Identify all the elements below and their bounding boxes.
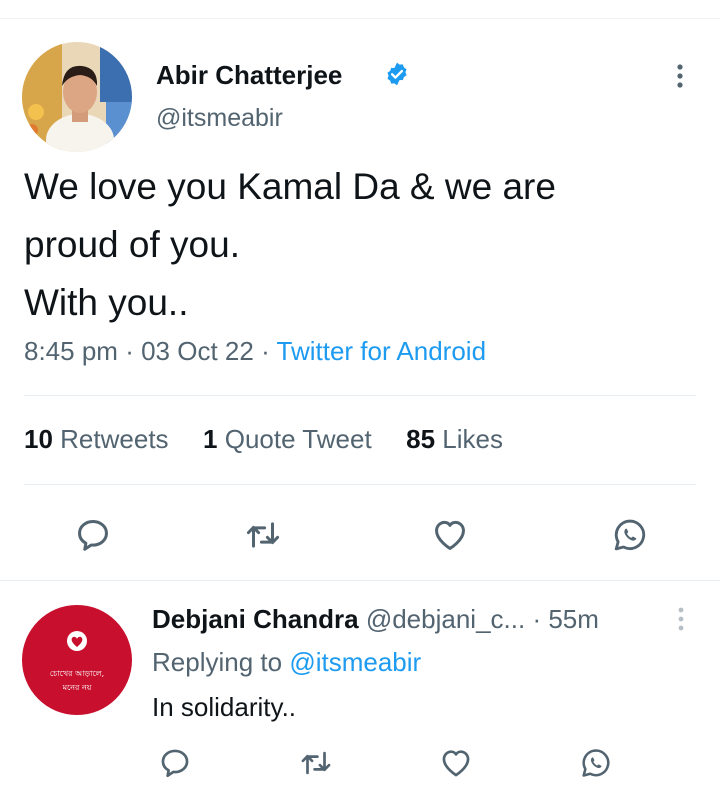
like-icon[interactable] bbox=[430, 516, 470, 554]
tweet-text-line: proud of you. bbox=[24, 224, 240, 265]
retweets-stat[interactable]: 10 Retweets bbox=[24, 424, 169, 454]
retweet-icon[interactable] bbox=[243, 516, 283, 554]
retweet-icon[interactable] bbox=[298, 746, 334, 780]
reply-icon[interactable] bbox=[158, 746, 192, 780]
tweet-text: We love you Kamal Da & we are proud of y… bbox=[24, 158, 556, 332]
quotes-label: Quote Tweet bbox=[224, 424, 372, 454]
likes-label: Likes bbox=[442, 424, 503, 454]
meta-separator: · bbox=[125, 336, 134, 366]
quotes-count: 1 bbox=[203, 424, 218, 454]
whatsapp-share-icon[interactable] bbox=[578, 746, 614, 780]
verified-badge-icon bbox=[387, 62, 407, 86]
reply-more-options-icon[interactable] bbox=[674, 606, 688, 632]
author-avatar[interactable] bbox=[22, 42, 132, 152]
reply-author-name[interactable]: Debjani Chandra bbox=[152, 604, 359, 634]
replying-to-handle[interactable]: @itsmeabir bbox=[289, 647, 421, 677]
likes-count: 85 bbox=[406, 424, 436, 454]
avatar-caption-line: মনের নয় bbox=[62, 683, 92, 692]
reply-divider bbox=[0, 580, 720, 581]
reply-author-handle[interactable]: @debjani_c... bbox=[366, 604, 525, 634]
tweet-source-link[interactable]: Twitter for Android bbox=[277, 336, 487, 366]
replying-to-label: Replying to bbox=[152, 647, 283, 677]
tweet-text-line: With you.. bbox=[24, 282, 189, 323]
top-divider bbox=[0, 18, 720, 19]
reply-text: In solidarity.. bbox=[152, 692, 297, 722]
reply-header: Debjani Chandra @debjani_c... · 55m bbox=[152, 604, 599, 635]
stats-top-divider bbox=[24, 395, 696, 396]
reply-author-avatar[interactable]: চোখের আড়ালে, মনের নয় bbox=[22, 605, 132, 715]
tweet-date[interactable]: 03 Oct 22 bbox=[141, 336, 254, 366]
quotes-stat[interactable]: 1 Quote Tweet bbox=[203, 424, 372, 454]
like-icon[interactable] bbox=[438, 746, 474, 780]
author-name[interactable]: Abir Chatterjee bbox=[156, 60, 342, 91]
stats-bottom-divider bbox=[24, 484, 696, 485]
tweet-text-line: We love you Kamal Da & we are bbox=[24, 166, 556, 207]
author-handle[interactable]: @itsmeabir bbox=[156, 104, 283, 133]
whatsapp-share-icon[interactable] bbox=[610, 516, 650, 554]
replying-to: Replying to @itsmeabir bbox=[152, 647, 421, 678]
tweet-time[interactable]: 8:45 pm bbox=[24, 336, 118, 366]
avatar-caption-line: চোখের আড়ালে, bbox=[49, 669, 105, 678]
retweets-label: Retweets bbox=[60, 424, 169, 454]
meta-separator: · bbox=[261, 336, 270, 366]
retweets-count: 10 bbox=[24, 424, 53, 454]
reply-timestamp[interactable]: · 55m bbox=[532, 604, 598, 634]
reply-icon[interactable] bbox=[74, 516, 112, 554]
tweet-meta: 8:45 pm · 03 Oct 22 · Twitter for Androi… bbox=[24, 336, 486, 367]
likes-stat[interactable]: 85 Likes bbox=[406, 424, 503, 454]
tweet-stats: 10 Retweets 1 Quote Tweet 85 Likes bbox=[24, 424, 503, 455]
more-options-icon[interactable] bbox=[672, 62, 688, 90]
reply-avatar-caption: চোখের আড়ালে, মনের নয় bbox=[22, 667, 132, 695]
